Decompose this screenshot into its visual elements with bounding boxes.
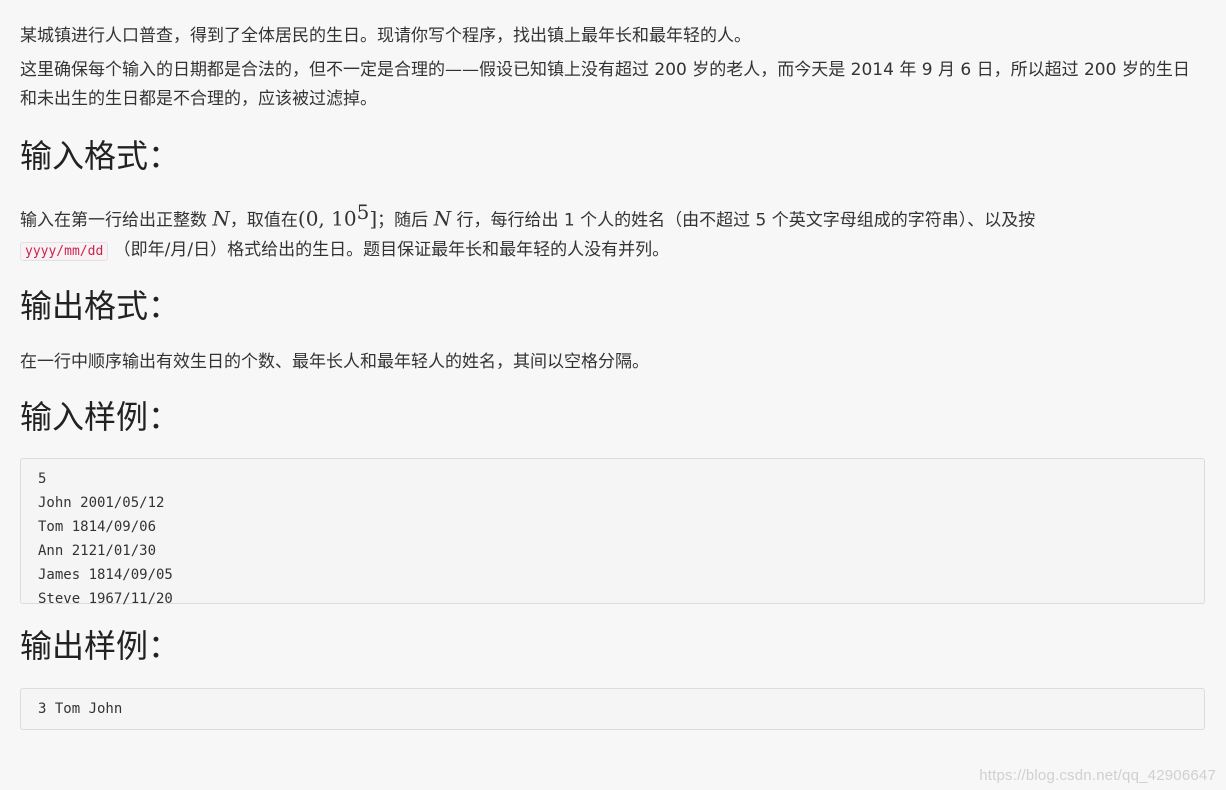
input-format-text-3: ；随后: [377, 210, 434, 231]
output-format-text: 在一行中顺序输出有效生日的个数、最年长人和最年轻人的姓名，其间以空格分隔。: [20, 351, 649, 372]
sample-input-heading: 输入样例：: [20, 397, 181, 436]
range-close: ]: [369, 206, 378, 231]
sample-input-code-block[interactable]: 5 John 2001/05/12 Tom 1814/09/06 Ann 212…: [20, 457, 1205, 607]
input-format-text-5: （即年/月/日）格式给出的生日。题目保证最年长和最年轻的人没有并列。: [108, 239, 670, 260]
var-n: N: [212, 206, 230, 231]
intro-paragraph-2: 这里确保每个输入的日期都是合法的，但不一定是合理的——假设已知镇上没有超过 20…: [20, 60, 1190, 109]
output-format-heading: 输出格式：: [20, 286, 181, 325]
sample-output-heading: 输出样例：: [20, 626, 181, 665]
problem-content: 某城镇进行人口普查，得到了全体居民的生日。现请你写个程序，找出镇上最年长和最年轻…: [20, 22, 1205, 730]
var-n-2: N: [433, 206, 452, 231]
input-format-text-1: 输入在第一行给出正整数: [20, 210, 213, 231]
date-format-code: yyyy/mm/dd: [20, 241, 109, 261]
csdn-watermark: https://blog.csdn.net/qq_42906647: [979, 767, 1216, 784]
input-format-text: 输入在第一行给出正整数 N，取值在(0, 105]；随后 N 行，每行给出 1 …: [20, 198, 1205, 266]
input-format-text-4: 行，每行给出 1 个人的姓名（由不超过 5 个英文字母组成的字符串）、以及按: [451, 210, 1036, 231]
intro-paragraph-1: 某城镇进行人口普查，得到了全体居民的生日。现请你写个程序，找出镇上最年长和最年轻…: [20, 26, 751, 46]
sample-output-code-block[interactable]: 3 Tom John: [20, 687, 1205, 730]
range-exponent: 5: [356, 200, 370, 224]
input-format-heading: 输入格式：: [20, 137, 181, 175]
input-format-text-2: ，取值在: [229, 210, 298, 231]
range-open: (0, 10: [297, 206, 357, 231]
